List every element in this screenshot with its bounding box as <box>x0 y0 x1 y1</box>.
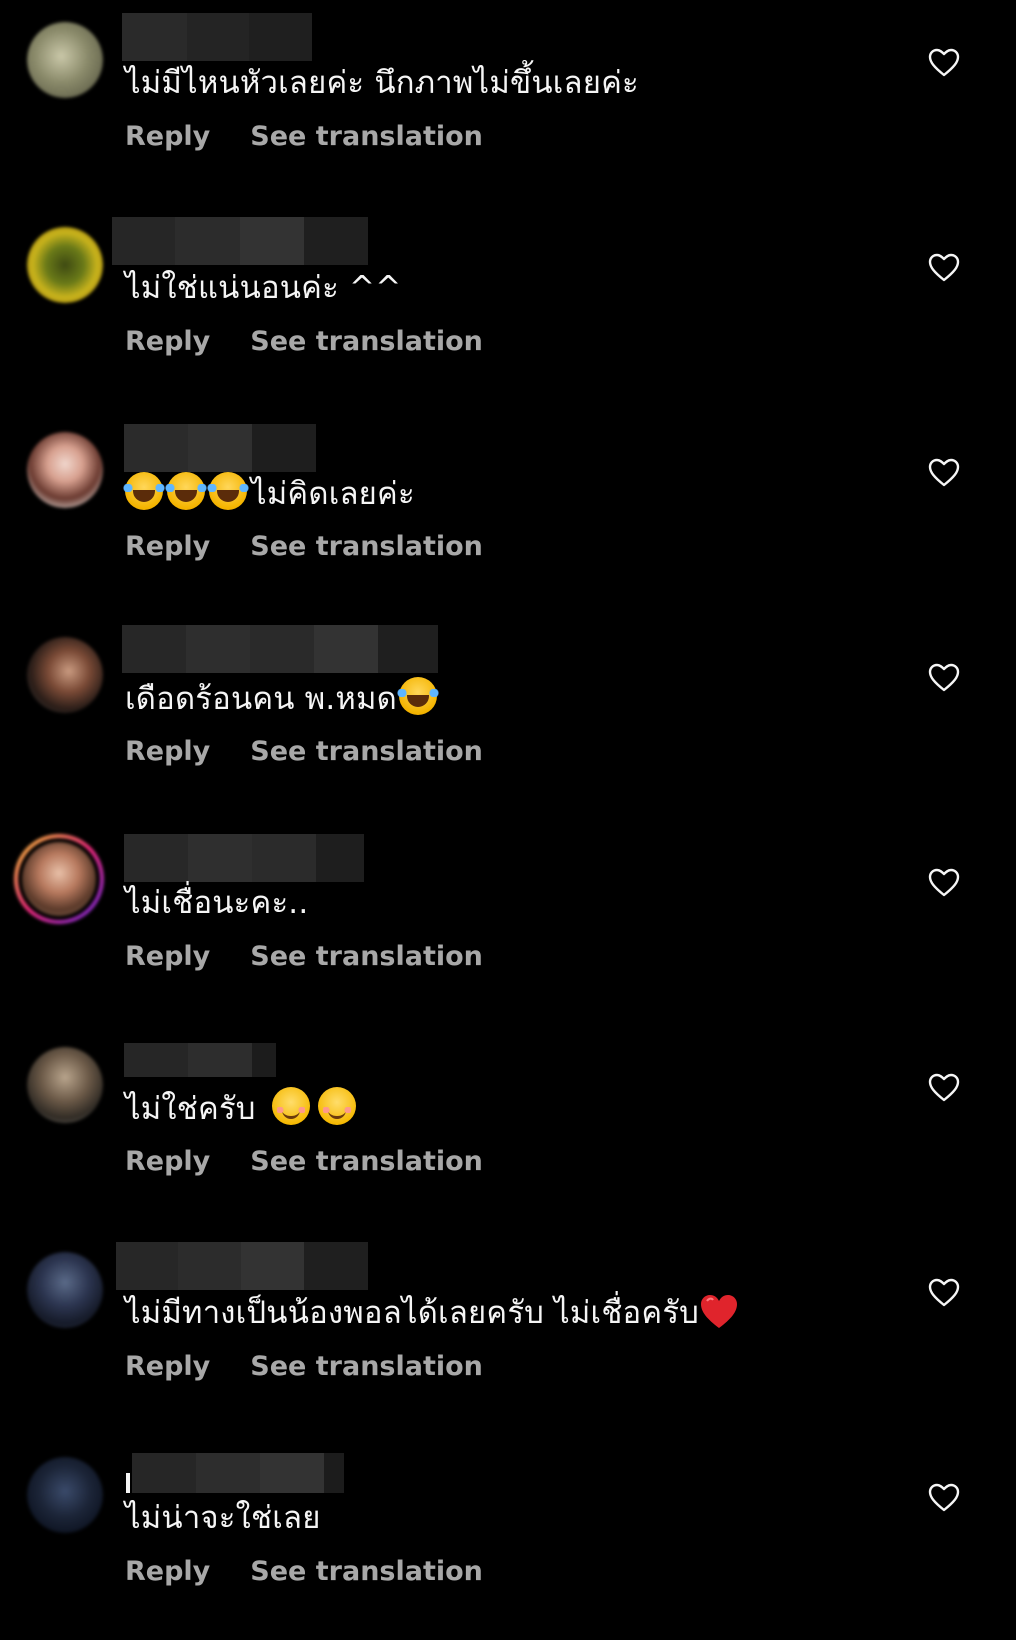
comment-text: ไม่มีไหนหัวเลยค่ะ นึกภาพไม่ขึ้นเลยค่ะ <box>125 65 639 101</box>
comment-actions: Reply See translation <box>125 121 483 152</box>
avatar[interactable] <box>27 432 103 508</box>
avatar[interactable] <box>27 227 103 303</box>
laughing-emoji-icon <box>164 472 208 510</box>
username-redacted[interactable] <box>124 1043 276 1077</box>
laughing-emoji-icon <box>396 677 441 715</box>
see-translation-button[interactable]: See translation <box>250 736 483 767</box>
like-heart-icon[interactable] <box>928 458 960 488</box>
comment-actions: Reply See translation <box>125 326 483 357</box>
avatar[interactable] <box>27 1252 103 1328</box>
comment-text: ไม่คิดเลยค่ะ <box>122 472 415 515</box>
reply-button[interactable]: Reply <box>125 531 210 562</box>
see-translation-button[interactable]: See translation <box>250 121 483 152</box>
like-heart-icon[interactable] <box>928 1278 960 1308</box>
reply-button[interactable]: Reply <box>125 736 210 767</box>
reply-button[interactable]: Reply <box>125 1351 210 1382</box>
comment-actions: Reply See translation <box>125 1146 483 1177</box>
comment-text: ไม่เชื่อนะคะ.. <box>125 885 309 921</box>
like-heart-icon[interactable] <box>928 253 960 283</box>
avatar-story-ring[interactable] <box>14 834 104 924</box>
like-heart-icon[interactable] <box>928 48 960 78</box>
see-translation-button[interactable]: See translation <box>250 1351 483 1382</box>
username-redacted[interactable] <box>124 834 364 882</box>
comment-actions: Reply See translation <box>125 941 483 972</box>
comment-actions: Reply See translation <box>125 1556 483 1587</box>
comment-body: ไม่มีทางเป็นน้องพอลได้เลยครับ ไม่เชื่อคร… <box>125 1295 700 1331</box>
reply-button[interactable]: Reply <box>125 1556 210 1587</box>
comment-item: ไม่ใช่แน่นอนค่ะ ^^ Reply See translation <box>0 205 1016 410</box>
reply-button[interactable]: Reply <box>125 941 210 972</box>
comment-body: ไม่คิดเลยค่ะ <box>251 476 415 512</box>
comment-body: ไม่ใช่ครับ <box>125 1091 266 1127</box>
reply-button[interactable]: Reply <box>125 1146 210 1177</box>
comment-item: ไม่มีทางเป็นน้องพอลได้เลยครับ ไม่เชื่อคร… <box>0 1230 1016 1435</box>
avatar[interactable] <box>27 22 103 98</box>
comment-actions: Reply See translation <box>125 531 483 562</box>
comment-item: ไม่เชื่อนะคะ.. Reply See translation <box>0 820 1016 1025</box>
username-redacted[interactable] <box>112 217 368 265</box>
reply-button[interactable]: Reply <box>125 121 210 152</box>
comment-text: ไม่มีทางเป็นน้องพอลได้เลยครับ ไม่เชื่อคร… <box>125 1292 743 1334</box>
comment-item: ไม่มีไหนหัวเลยค่ะ นึกภาพไม่ขึ้นเลยค่ะ Re… <box>0 0 1016 205</box>
smiling-emoji-icon <box>271 1087 310 1125</box>
avatar[interactable] <box>27 1457 103 1533</box>
relieved-smile-emoji-icon <box>317 1087 356 1125</box>
comment-text: ไม่น่าจะใช่เลย <box>125 1500 321 1536</box>
username-redacted[interactable] <box>124 424 316 472</box>
username-redacted[interactable] <box>122 625 438 673</box>
comment-body: เดือดร้อนคน พ.หมด <box>125 681 398 717</box>
comment-item: ไม่น่าจะใช่เลย Reply See translation <box>0 1435 1016 1640</box>
comment-actions: Reply See translation <box>125 1351 483 1382</box>
like-heart-icon[interactable] <box>928 1073 960 1103</box>
comment-actions: Reply See translation <box>125 736 483 767</box>
see-translation-button[interactable]: See translation <box>250 1146 483 1177</box>
like-heart-icon[interactable] <box>928 663 960 693</box>
username-redacted[interactable] <box>122 13 312 61</box>
reply-button[interactable]: Reply <box>125 326 210 357</box>
comment-text: เดือดร้อนคน พ.หมด <box>125 677 441 720</box>
see-translation-button[interactable]: See translation <box>250 1556 483 1587</box>
avatar[interactable] <box>27 637 103 713</box>
laughing-emoji-icon <box>122 472 166 510</box>
see-translation-button[interactable]: See translation <box>250 326 483 357</box>
avatar[interactable] <box>27 1047 103 1123</box>
comment-text: ไม่ใช่แน่นอนค่ะ ^^ <box>125 270 402 306</box>
see-translation-button[interactable]: See translation <box>250 941 483 972</box>
like-heart-icon[interactable] <box>928 868 960 898</box>
username-redacted[interactable] <box>126 1453 344 1493</box>
red-heart-emoji-icon <box>699 1293 739 1331</box>
comment-item: ไม่คิดเลยค่ะ Reply See translation <box>0 410 1016 615</box>
comment-item: ไม่ใช่ครับ Reply See translation <box>0 1025 1016 1230</box>
comment-text: ไม่ใช่ครับ <box>125 1087 360 1130</box>
username-redacted[interactable] <box>116 1242 368 1290</box>
like-heart-icon[interactable] <box>928 1483 960 1513</box>
laughing-emoji-icon <box>206 472 250 510</box>
see-translation-button[interactable]: See translation <box>250 531 483 562</box>
comment-item: เดือดร้อนคน พ.หมด Reply See translation <box>0 615 1016 820</box>
